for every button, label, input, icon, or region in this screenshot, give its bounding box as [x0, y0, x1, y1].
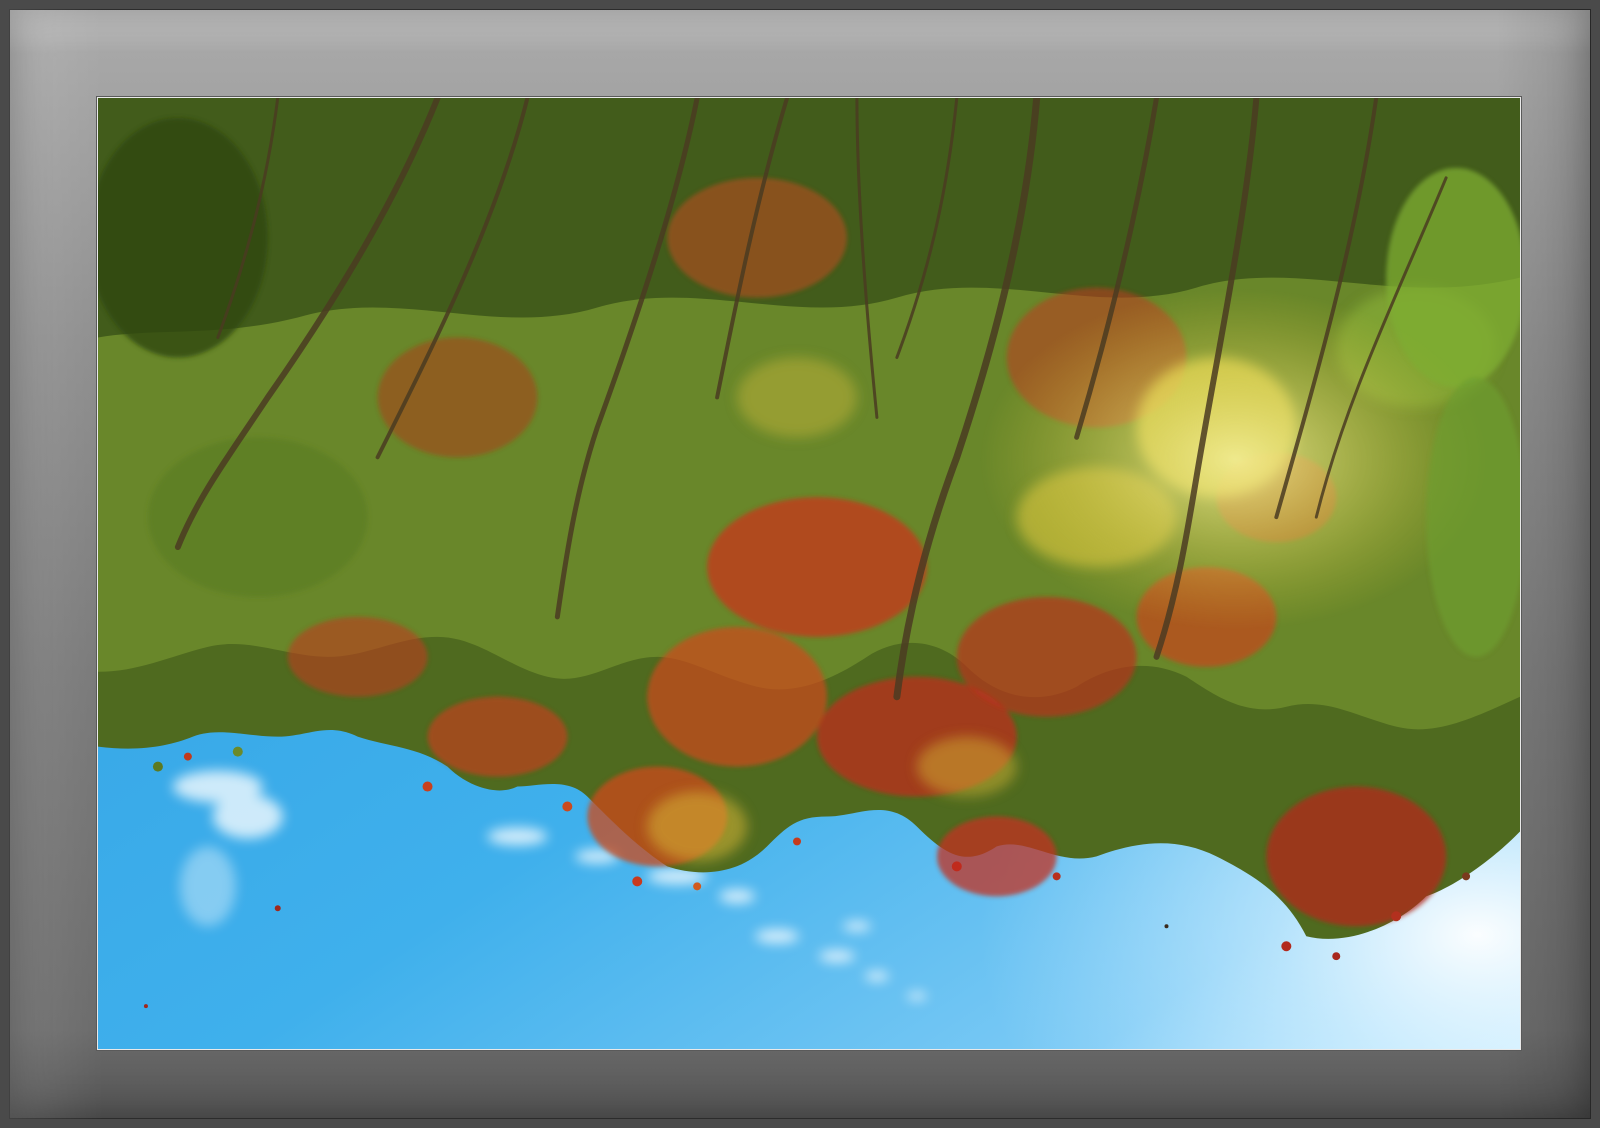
maple-canopy-photo: [96, 96, 1522, 1051]
picture-frame: [0, 0, 1600, 1128]
canopy-illustration: [98, 98, 1520, 1049]
